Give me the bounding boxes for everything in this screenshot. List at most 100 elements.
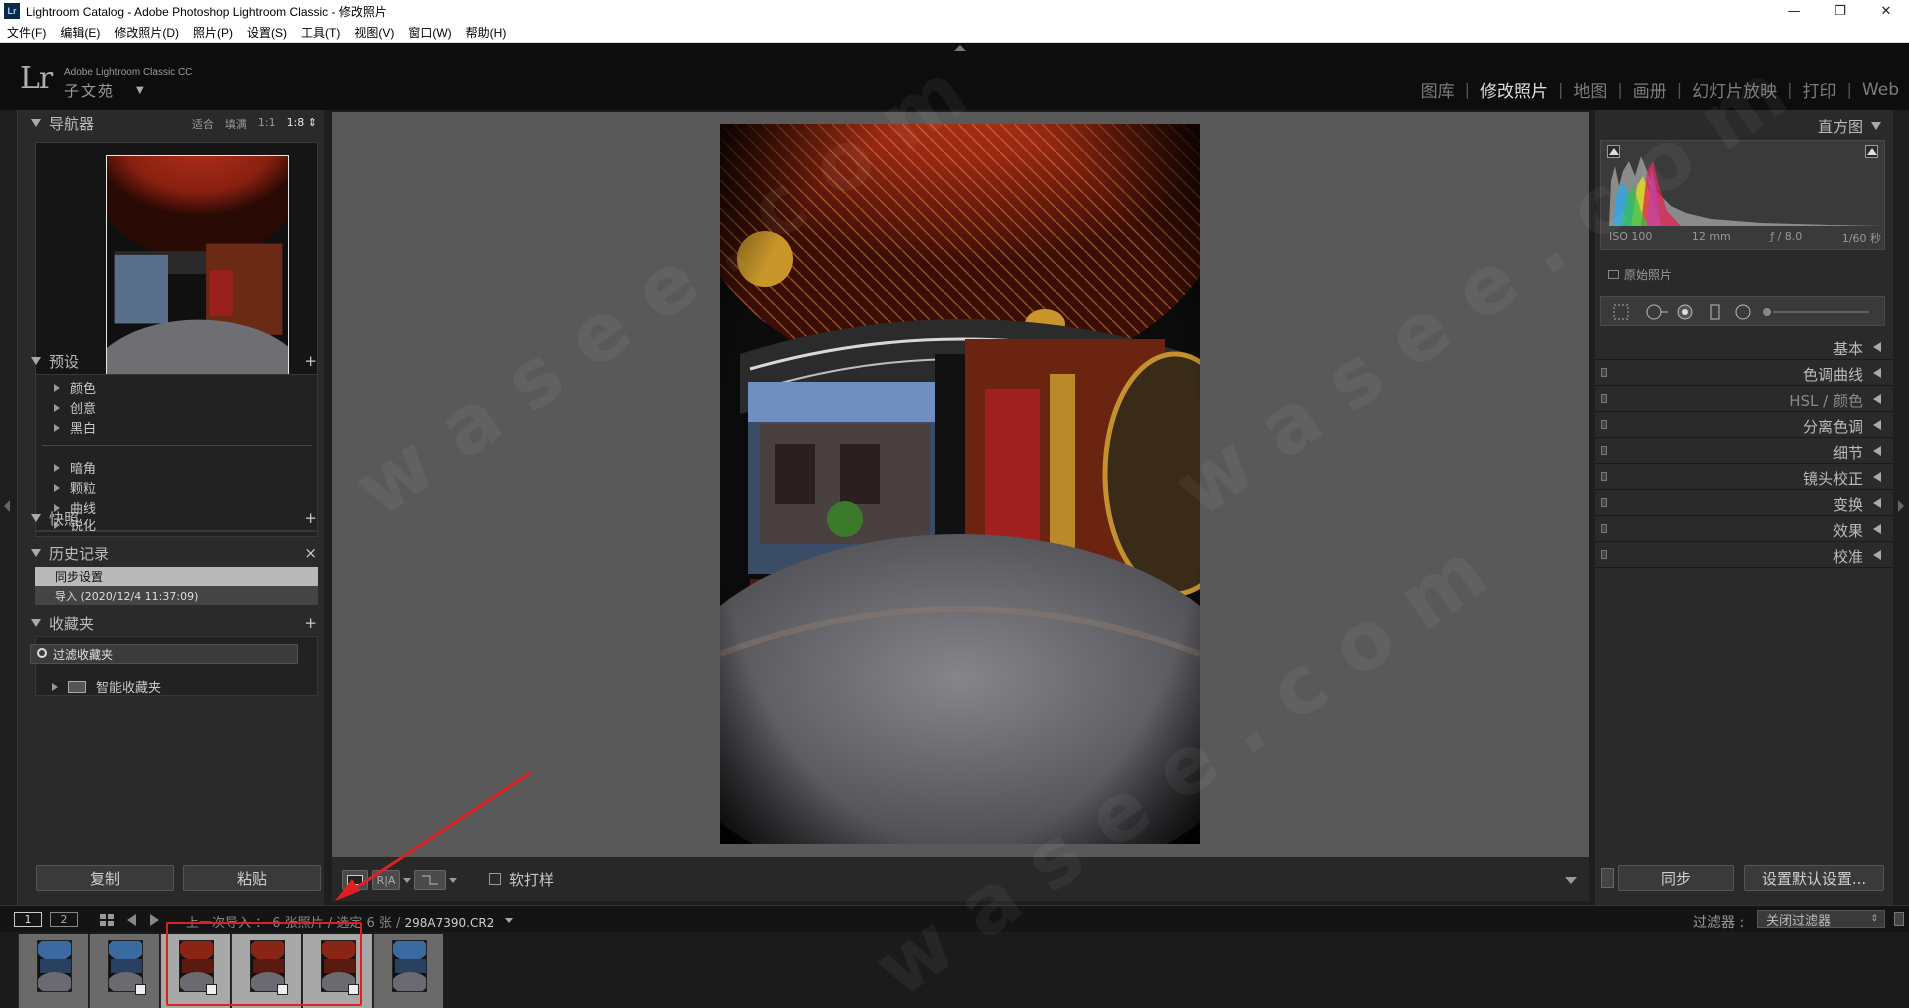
adjustment-brush-icon[interactable]	[1761, 304, 1871, 320]
collapse-top-panel-icon[interactable]	[954, 45, 966, 51]
panel-switch-icon[interactable]	[1601, 420, 1607, 429]
grid-view-icon[interactable]	[100, 914, 114, 926]
menu-view[interactable]: 视图(V)	[347, 24, 401, 41]
collapse-right-panel-icon[interactable]	[1898, 500, 1904, 512]
restore-button[interactable]: ❐	[1817, 0, 1863, 22]
panel-switch-icon[interactable]	[1601, 368, 1607, 377]
toolbar-options-icon[interactable]	[1565, 877, 1577, 884]
menu-file[interactable]: 文件(F)	[0, 24, 53, 41]
panel-switch-icon[interactable]	[1601, 446, 1607, 455]
zoom-fit[interactable]: 适合	[192, 116, 214, 132]
module-map[interactable]: 地图	[1563, 77, 1617, 102]
add-snapshot-icon[interactable]: +	[304, 509, 317, 527]
copy-settings-button[interactable]: 复制	[36, 865, 174, 891]
original-photo-checkbox[interactable]	[1608, 270, 1619, 279]
section-tone-curve[interactable]: 色调曲线	[1595, 360, 1893, 386]
collections-header[interactable]: 收藏夹 +	[18, 610, 325, 636]
module-develop[interactable]: 修改照片	[1470, 77, 1558, 102]
history-step[interactable]: 同步设置	[35, 567, 318, 586]
panel-switch-icon[interactable]	[1601, 550, 1607, 559]
section-hsl[interactable]: HSL / 颜色	[1595, 386, 1893, 412]
histogram[interactable]: ISO 100 12 mm ƒ / 8.0 1/60 秒	[1600, 140, 1885, 250]
red-eye-icon[interactable]	[1677, 304, 1693, 320]
triangle-right-icon	[54, 423, 60, 432]
add-collection-icon[interactable]: +	[304, 614, 317, 632]
crop-overlay-icon[interactable]	[1613, 304, 1629, 320]
sync-button[interactable]: 同步	[1618, 865, 1734, 891]
section-effects[interactable]: 效果	[1595, 516, 1893, 542]
reset-button[interactable]: 设置默认设置...	[1744, 865, 1884, 891]
collection-filter-input[interactable]: 过滤收藏夹	[30, 644, 298, 664]
preset-group[interactable]: 颜色	[54, 378, 96, 397]
filmstrip-thumbnail[interactable]	[18, 934, 88, 1008]
zoom-custom[interactable]: 1:8 ⇕	[287, 116, 317, 132]
graduated-filter-icon[interactable]	[1707, 304, 1723, 320]
module-book[interactable]: 画册	[1623, 77, 1677, 102]
image-canvas[interactable]	[332, 112, 1589, 857]
menu-tools[interactable]: 工具(T)	[294, 24, 347, 41]
section-detail[interactable]: 细节	[1595, 438, 1893, 464]
panel-switch-icon[interactable]	[1601, 524, 1607, 533]
add-preset-icon[interactable]: +	[304, 352, 317, 370]
identity-plate-name[interactable]: 子文苑	[64, 80, 115, 101]
collapse-left-panel-icon[interactable]	[4, 500, 10, 512]
navigator-header[interactable]: 导航器 适合 填满 1:1 1:8 ⇕	[18, 110, 325, 136]
triangle-right-icon	[52, 682, 58, 691]
navigator-title: 导航器	[49, 114, 95, 133]
section-basic[interactable]: 基本	[1595, 334, 1893, 360]
paste-settings-button[interactable]: 粘贴	[183, 865, 321, 891]
zoom-1-1[interactable]: 1:1	[258, 116, 276, 132]
filmstrip-thumbnail[interactable]	[373, 934, 443, 1008]
thumbnail-image	[392, 940, 427, 992]
section-calibration[interactable]: 校准	[1595, 542, 1893, 568]
section-split-toning[interactable]: 分离色调	[1595, 412, 1893, 438]
filter-select[interactable]: 关闭过滤器 ⇕	[1757, 910, 1885, 929]
module-web[interactable]: Web	[1852, 80, 1909, 100]
chevron-updown-icon: ⇕	[1870, 914, 1878, 924]
close-button[interactable]: ✕	[1863, 0, 1909, 22]
minimize-button[interactable]: —	[1771, 0, 1817, 22]
history-step[interactable]: 导入 (2020/12/4 11:37:09)	[35, 586, 318, 605]
panel-switch-icon[interactable]	[1601, 498, 1607, 507]
presets-header[interactable]: 预设 +	[18, 348, 325, 374]
back-arrow-icon[interactable]	[127, 914, 136, 926]
preset-group[interactable]: 暗角	[54, 458, 96, 477]
radial-filter-icon[interactable]	[1735, 304, 1751, 320]
panel-switch-icon[interactable]	[1601, 472, 1607, 481]
section-lens-corrections[interactable]: 镜头校正	[1595, 464, 1893, 490]
spot-removal-icon[interactable]	[1645, 304, 1669, 320]
triangle-down-icon[interactable]	[1871, 122, 1881, 130]
menu-develop[interactable]: 修改照片(D)	[107, 24, 186, 41]
snapshots-header[interactable]: 快照 +	[18, 505, 325, 531]
section-transform[interactable]: 变换	[1595, 490, 1893, 516]
history-header[interactable]: 历史记录 ×	[18, 540, 325, 566]
product-name: Adobe Lightroom Classic CC	[64, 67, 193, 78]
secondary-window-button[interactable]: 2	[50, 912, 78, 927]
filter-lock-switch[interactable]	[1894, 912, 1904, 926]
chevron-down-icon[interactable]	[505, 918, 513, 923]
menu-settings[interactable]: 设置(S)	[240, 24, 294, 41]
menu-photo[interactable]: 照片(P)	[186, 24, 240, 41]
module-slideshow[interactable]: 幻灯片放映	[1682, 77, 1787, 102]
module-print[interactable]: 打印	[1793, 77, 1847, 102]
triangle-left-icon	[1873, 498, 1881, 508]
filmstrip-thumbnail[interactable]	[89, 934, 159, 1008]
primary-window-button[interactable]: 1	[14, 912, 42, 927]
preset-group[interactable]: 创意	[54, 398, 96, 417]
chevron-down-icon[interactable]: ▼	[136, 85, 144, 96]
main-photo[interactable]	[720, 124, 1200, 844]
zoom-fill[interactable]: 填满	[225, 116, 247, 132]
clear-history-icon[interactable]: ×	[304, 544, 317, 562]
forward-arrow-icon[interactable]	[150, 914, 159, 926]
smart-collections-folder[interactable]: 智能收藏夹	[52, 677, 161, 696]
preset-group[interactable]: 颗粒	[54, 478, 96, 497]
auto-sync-switch[interactable]	[1601, 868, 1614, 888]
menu-edit[interactable]: 编辑(E)	[53, 24, 107, 41]
preset-group[interactable]: 黑白	[54, 418, 96, 437]
panel-switch-icon[interactable]	[1601, 394, 1607, 403]
menu-bar: 文件(F) 编辑(E) 修改照片(D) 照片(P) 设置(S) 工具(T) 视图…	[0, 22, 1909, 43]
menu-help[interactable]: 帮助(H)	[459, 24, 514, 41]
menu-window[interactable]: 窗口(W)	[401, 24, 458, 41]
module-library[interactable]: 图库	[1411, 77, 1465, 102]
histogram-title[interactable]: 直方图	[1818, 116, 1863, 137]
